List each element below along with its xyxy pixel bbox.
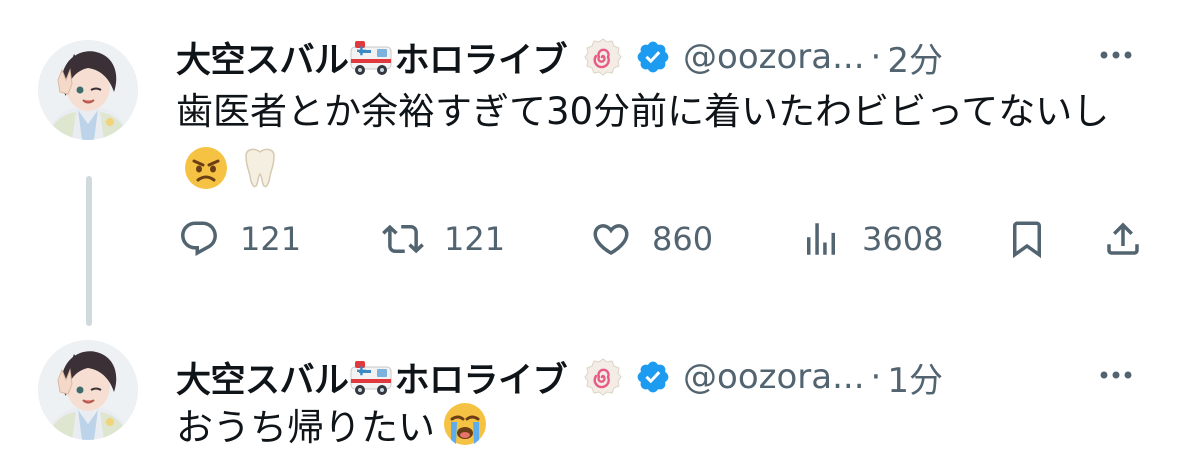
heart-icon xyxy=(590,218,632,260)
analytics-icon xyxy=(800,218,842,260)
verified-badge-icon[interactable] xyxy=(635,359,671,395)
tweet-actions: 121 121 860 3608 xyxy=(176,214,1151,264)
view-count: 3608 xyxy=(862,220,944,258)
like-button[interactable]: 860 xyxy=(590,214,713,264)
display-name-suffix[interactable]: ホロライブ xyxy=(395,32,568,83)
tweet-text: 歯医者とか余裕すぎて30分前に着いたわビビってないし xyxy=(176,82,1151,202)
narutomaki-icon xyxy=(583,37,623,77)
tweet[interactable]: 大空スバル ホロライブ xyxy=(0,0,1179,326)
more-options-icon[interactable] xyxy=(1096,360,1136,390)
avatar[interactable] xyxy=(38,340,138,440)
timestamp[interactable]: 1分 xyxy=(887,353,943,402)
display-name[interactable]: 大空スバル xyxy=(176,32,349,83)
reply-icon xyxy=(178,218,220,260)
reply-button[interactable]: 121 xyxy=(178,214,301,264)
narutomaki-icon xyxy=(583,357,623,397)
avatar[interactable] xyxy=(38,40,138,140)
display-name[interactable]: 大空スバル xyxy=(176,352,349,403)
retweet-icon xyxy=(382,218,424,260)
ambulance-icon xyxy=(349,35,393,79)
bookmark-button[interactable] xyxy=(1006,214,1048,264)
angry-face-icon xyxy=(182,144,230,192)
retweet-count: 121 xyxy=(444,220,506,258)
tweet-body: おうち帰りたい xyxy=(176,406,435,449)
display-name-suffix[interactable]: ホロライブ xyxy=(395,352,568,403)
retweet-button[interactable]: 121 xyxy=(382,214,505,264)
share-button[interactable] xyxy=(1102,214,1144,264)
views-button[interactable]: 3608 xyxy=(800,214,943,264)
separator-dot: · xyxy=(870,37,882,77)
loudly-crying-face-icon xyxy=(441,400,489,448)
reply-count: 121 xyxy=(240,220,302,258)
user-handle[interactable]: @oozora... xyxy=(683,357,865,397)
timestamp[interactable]: 2分 xyxy=(887,33,943,82)
tweet-header: 大空スバル ホロライブ xyxy=(176,352,1136,402)
bookmark-icon xyxy=(1006,218,1048,260)
thread-connector-line xyxy=(86,176,92,326)
like-count: 860 xyxy=(652,220,714,258)
verified-badge-icon[interactable] xyxy=(635,39,671,75)
share-icon xyxy=(1102,218,1144,260)
tooth-icon xyxy=(236,144,284,192)
ambulance-icon xyxy=(349,355,393,399)
tweet-body: 歯医者とか余裕すぎて30分前に着いたわビビってないし xyxy=(176,90,1110,133)
tweet-header: 大空スバル ホロライブ xyxy=(176,32,1136,82)
tweet[interactable]: 大空スバル ホロライブ xyxy=(0,320,1179,460)
user-handle[interactable]: @oozora... xyxy=(683,37,865,77)
separator-dot: · xyxy=(870,357,882,397)
tweet-text: おうち帰りたい xyxy=(176,398,1151,458)
more-options-icon[interactable] xyxy=(1096,40,1136,70)
